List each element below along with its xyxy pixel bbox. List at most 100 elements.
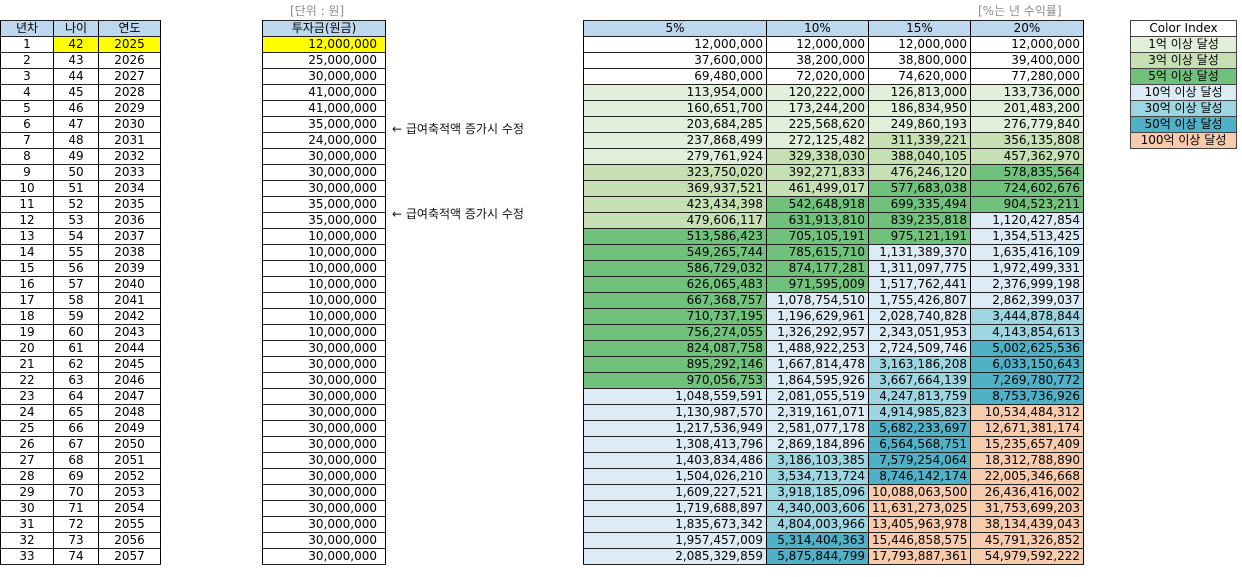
cell-value[interactable]: 577,683,038 xyxy=(868,180,971,197)
cell-year[interactable]: 2045 xyxy=(98,356,161,373)
cell-value[interactable]: 3,444,878,844 xyxy=(970,308,1084,325)
cell-value[interactable]: 12,000,000 xyxy=(583,36,767,53)
cell-value[interactable]: 3,534,713,724 xyxy=(766,468,869,485)
cell-value[interactable]: 1,217,536,949 xyxy=(583,420,767,437)
cell-year-no[interactable]: 28 xyxy=(0,468,54,485)
cell-age[interactable]: 71 xyxy=(53,500,99,517)
cell-value[interactable]: 39,400,000 xyxy=(970,52,1084,69)
cell-value[interactable]: 4,914,985,823 xyxy=(868,404,971,421)
cell-year-no[interactable]: 10 xyxy=(0,180,54,197)
cell-year-no[interactable]: 33 xyxy=(0,548,54,565)
cell-year[interactable]: 2039 xyxy=(98,260,161,277)
cell-value[interactable]: 323,750,020 xyxy=(583,164,767,181)
cell-value[interactable]: 37,600,000 xyxy=(583,52,767,69)
cell-value[interactable]: 2,724,509,746 xyxy=(868,340,971,357)
cell-year-no[interactable]: 3 xyxy=(0,68,54,85)
cell-year[interactable]: 2032 xyxy=(98,148,161,165)
cell-year-no[interactable]: 32 xyxy=(0,532,54,549)
cell-value[interactable]: 824,087,758 xyxy=(583,340,767,357)
cell-value[interactable]: 710,737,195 xyxy=(583,308,767,325)
cell-year-no[interactable]: 4 xyxy=(0,84,54,101)
cell-year-no[interactable]: 29 xyxy=(0,484,54,501)
cell-value[interactable]: 173,244,200 xyxy=(766,100,869,117)
cell-invest[interactable]: 30,000,000 xyxy=(262,180,386,197)
cell-value[interactable]: 5,875,844,799 xyxy=(766,548,869,565)
cell-year[interactable]: 2035 xyxy=(98,196,161,213)
cell-invest[interactable]: 41,000,000 xyxy=(262,84,386,101)
cell-invest[interactable]: 10,000,000 xyxy=(262,228,386,245)
cell-year-no[interactable]: 12 xyxy=(0,212,54,229)
cell-value[interactable]: 667,368,757 xyxy=(583,292,767,309)
cell-value[interactable]: 3,163,186,208 xyxy=(868,356,971,373)
cell-value[interactable]: 1,755,426,807 xyxy=(868,292,971,309)
cell-value[interactable]: 74,620,000 xyxy=(868,68,971,85)
cell-year-no[interactable]: 11 xyxy=(0,196,54,213)
cell-value[interactable]: 3,186,103,385 xyxy=(766,452,869,469)
cell-year[interactable]: 2038 xyxy=(98,244,161,261)
header-invest[interactable]: 투자금(원금) xyxy=(262,20,386,37)
color-index-item[interactable]: 5억 이상 달성 xyxy=(1130,68,1237,85)
cell-year[interactable]: 2033 xyxy=(98,164,161,181)
cell-value[interactable]: 1,609,227,521 xyxy=(583,484,767,501)
cell-year-no[interactable]: 6 xyxy=(0,116,54,133)
cell-value[interactable]: 249,860,193 xyxy=(868,116,971,133)
cell-value[interactable]: 1,835,673,342 xyxy=(583,516,767,533)
cell-year[interactable]: 2030 xyxy=(98,116,161,133)
cell-value[interactable]: 12,000,000 xyxy=(868,36,971,53)
color-index-item[interactable]: 30억 이상 달성 xyxy=(1130,100,1237,117)
cell-invest[interactable]: 30,000,000 xyxy=(262,372,386,389)
cell-value[interactable]: 225,568,620 xyxy=(766,116,869,133)
cell-year-no[interactable]: 15 xyxy=(0,260,54,277)
cell-year[interactable]: 2037 xyxy=(98,228,161,245)
cell-value[interactable]: 1,326,292,957 xyxy=(766,324,869,341)
cell-value[interactable]: 54,979,592,222 xyxy=(970,548,1084,565)
cell-value[interactable]: 72,020,000 xyxy=(766,68,869,85)
cell-invest[interactable]: 10,000,000 xyxy=(262,276,386,293)
cell-year-no[interactable]: 20 xyxy=(0,340,54,357)
cell-age[interactable]: 74 xyxy=(53,548,99,565)
cell-value[interactable]: 479,606,117 xyxy=(583,212,767,229)
cell-year-no[interactable]: 2 xyxy=(0,52,54,69)
cell-year-no[interactable]: 24 xyxy=(0,404,54,421)
cell-age[interactable]: 55 xyxy=(53,244,99,261)
cell-value[interactable]: 15,235,657,409 xyxy=(970,436,1084,453)
cell-year-no[interactable]: 21 xyxy=(0,356,54,373)
cell-value[interactable]: 2,862,399,037 xyxy=(970,292,1084,309)
cell-value[interactable]: 12,000,000 xyxy=(970,36,1084,53)
cell-value[interactable]: 1,403,834,486 xyxy=(583,452,767,469)
cell-year[interactable]: 2051 xyxy=(98,452,161,469)
cell-year[interactable]: 2040 xyxy=(98,276,161,293)
cell-age[interactable]: 73 xyxy=(53,532,99,549)
cell-age[interactable]: 56 xyxy=(53,260,99,277)
cell-year[interactable]: 2042 xyxy=(98,308,161,325)
cell-value[interactable]: 970,056,753 xyxy=(583,372,767,389)
cell-value[interactable]: 31,753,699,203 xyxy=(970,500,1084,517)
cell-age[interactable]: 51 xyxy=(53,180,99,197)
color-index-item[interactable]: 10억 이상 달성 xyxy=(1130,84,1237,101)
cell-age[interactable]: 65 xyxy=(53,404,99,421)
cell-value[interactable]: 705,105,191 xyxy=(766,228,869,245)
cell-age[interactable]: 48 xyxy=(53,132,99,149)
cell-value[interactable]: 120,222,000 xyxy=(766,84,869,101)
cell-value[interactable]: 10,534,484,312 xyxy=(970,404,1084,421)
cell-value[interactable]: 626,065,483 xyxy=(583,276,767,293)
cell-value[interactable]: 186,834,950 xyxy=(868,100,971,117)
cell-value[interactable]: 276,779,840 xyxy=(970,116,1084,133)
cell-year-no[interactable]: 7 xyxy=(0,132,54,149)
cell-value[interactable]: 975,121,191 xyxy=(868,228,971,245)
cell-invest[interactable]: 30,000,000 xyxy=(262,420,386,437)
cell-value[interactable]: 874,177,281 xyxy=(766,260,869,277)
cell-value[interactable]: 1,719,688,897 xyxy=(583,500,767,517)
color-index-item[interactable]: 100억 이상 달성 xyxy=(1130,132,1237,149)
cell-value[interactable]: 1,488,922,253 xyxy=(766,340,869,357)
cell-value[interactable]: 5,002,625,536 xyxy=(970,340,1084,357)
cell-age[interactable]: 43 xyxy=(53,52,99,69)
cell-age[interactable]: 53 xyxy=(53,212,99,229)
cell-year[interactable]: 2027 xyxy=(98,68,161,85)
header-year[interactable]: 연도 xyxy=(98,20,161,37)
cell-age[interactable]: 57 xyxy=(53,276,99,293)
cell-value[interactable]: 2,085,329,859 xyxy=(583,548,767,565)
cell-year-no[interactable]: 17 xyxy=(0,292,54,309)
cell-invest[interactable]: 30,000,000 xyxy=(262,340,386,357)
cell-year[interactable]: 2052 xyxy=(98,468,161,485)
